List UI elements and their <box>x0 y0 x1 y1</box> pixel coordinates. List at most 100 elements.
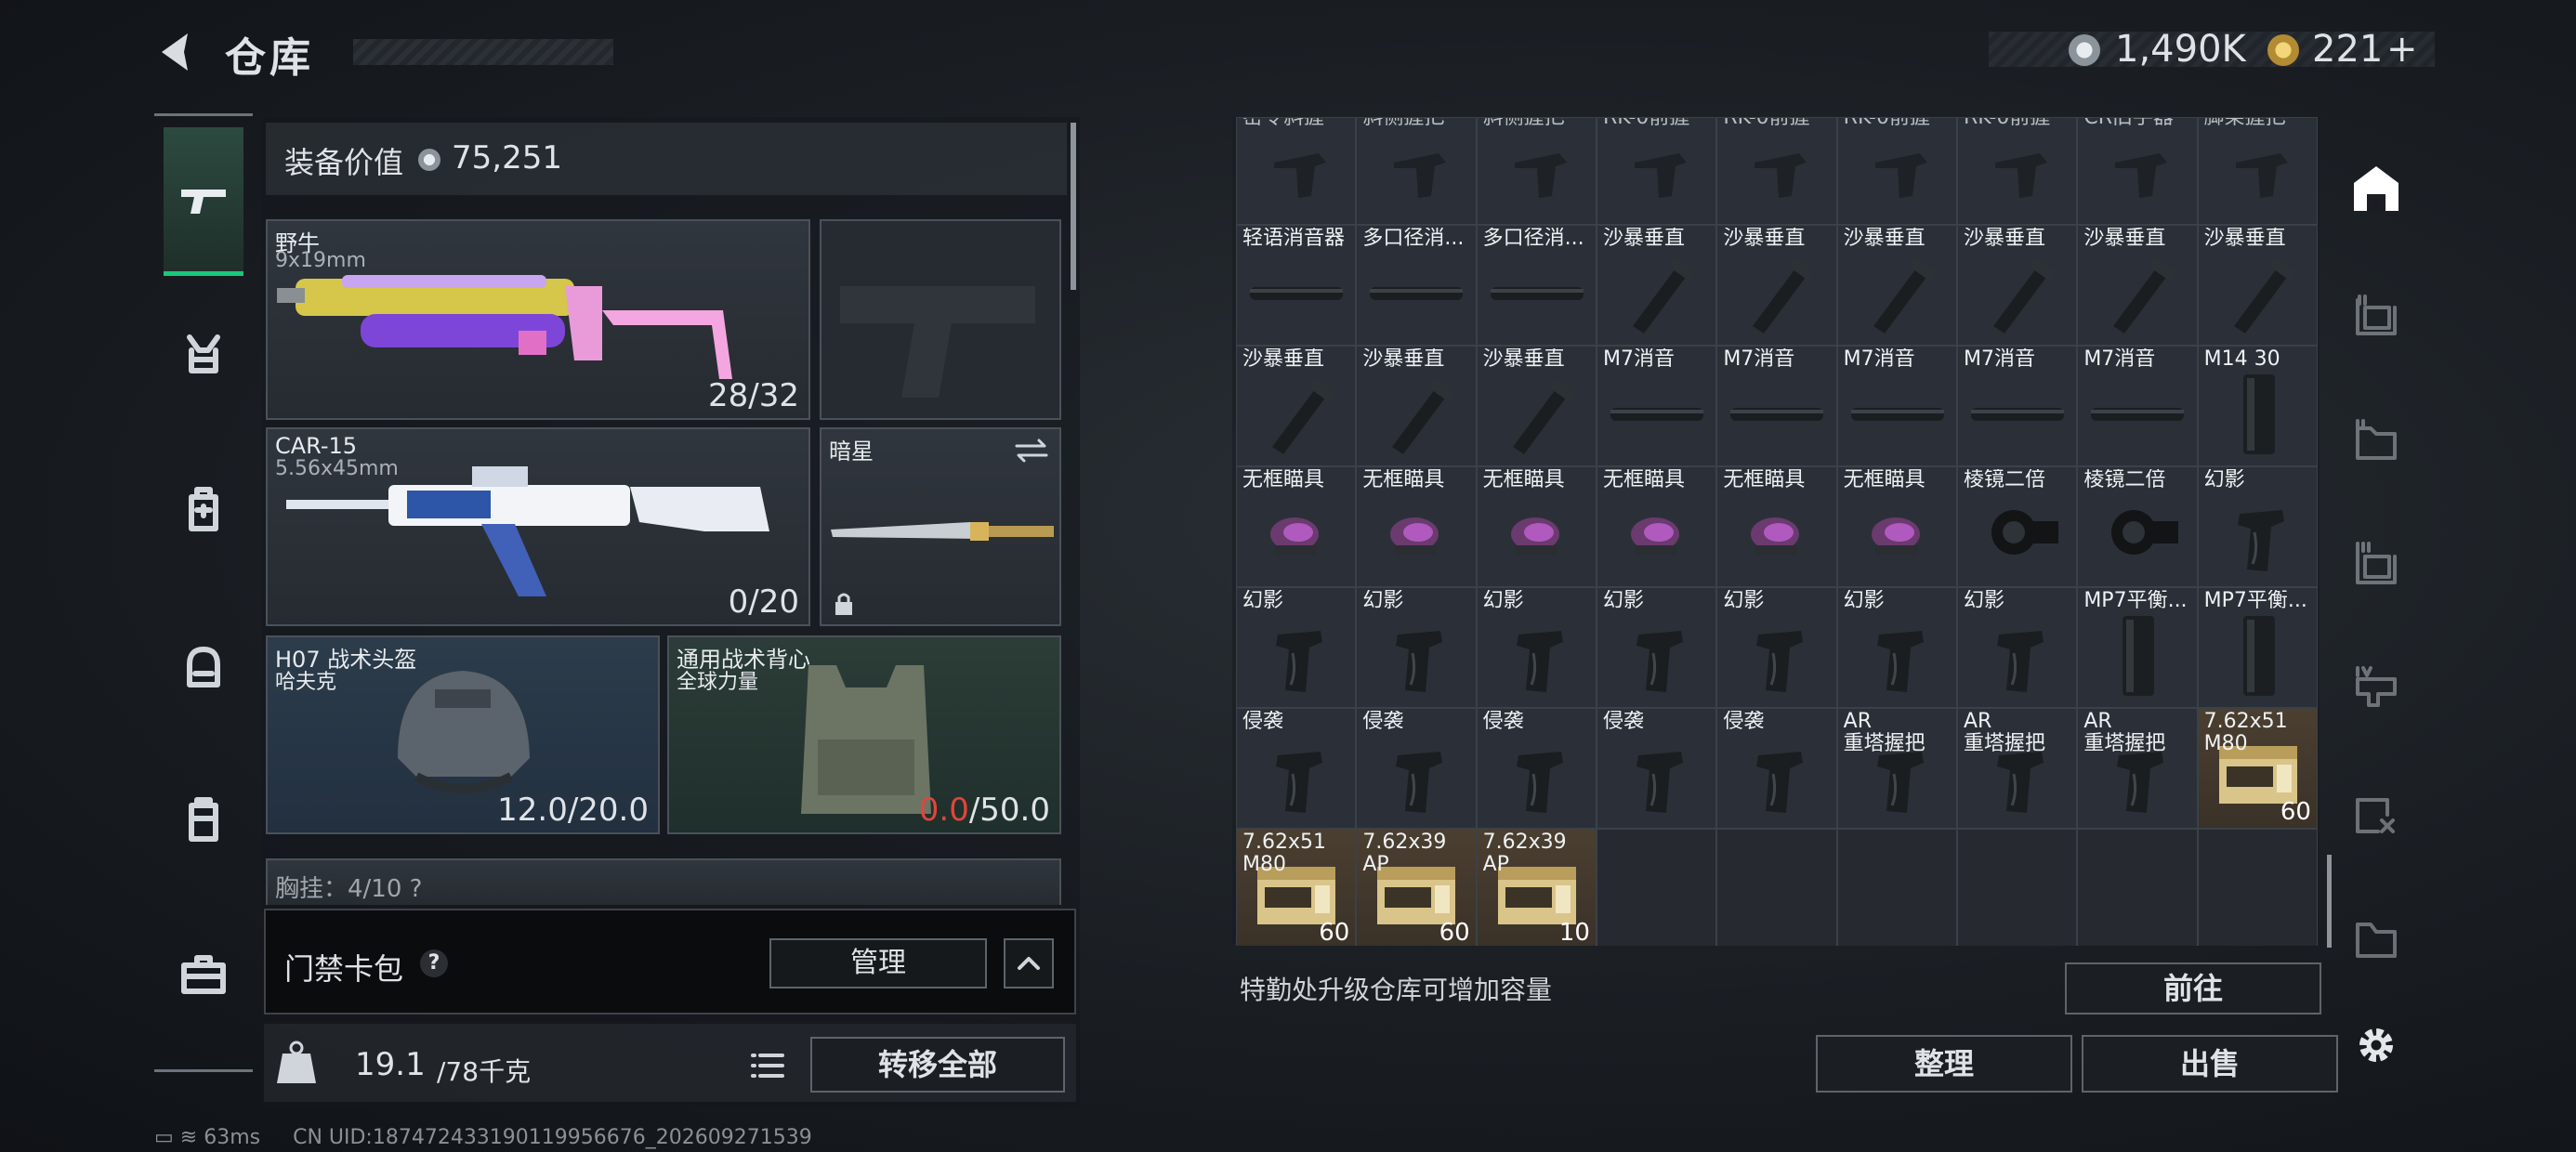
list-icon[interactable] <box>743 1042 792 1089</box>
inventory-item[interactable]: 侵袭 <box>1236 708 1357 829</box>
inventory-item[interactable]: 无框瞄具 <box>1356 466 1477 587</box>
back-arrow-icon[interactable] <box>151 26 203 78</box>
collapse-button[interactable] <box>1004 938 1054 988</box>
chest-rig-slot[interactable]: 胸挂：4/10 ? <box>266 858 1061 905</box>
inventory-item[interactable]: 7.62x51 M80 60 <box>2197 708 2318 829</box>
inventory-item[interactable]: 沙暴垂直 <box>2197 225 2318 346</box>
inventory-item[interactable]: MP7平衡... <box>2077 587 2198 708</box>
inventory-item[interactable]: 沙暴垂直 <box>1716 225 1837 346</box>
inventory-item[interactable]: 斜侧握把 <box>1356 117 1477 225</box>
tab-weapons[interactable] <box>164 127 243 276</box>
tab-storage-2[interactable] <box>2342 405 2411 474</box>
inventory-item[interactable]: 沙暴垂直 <box>1356 346 1477 466</box>
inventory-item[interactable]: RK-0前握 <box>1716 117 1837 225</box>
inventory-item[interactable]: M14 30 <box>2197 346 2318 466</box>
inventory-item[interactable]: 沙暴垂直 <box>1236 346 1357 466</box>
tab-chest-rig[interactable] <box>164 313 243 393</box>
inventory-item[interactable]: 7.62x39 AP 10 <box>1476 829 1597 946</box>
ping-value: 63ms <box>204 1126 261 1149</box>
inventory-item[interactable]: 棱镜二倍 <box>1956 466 2078 587</box>
knife-image <box>831 522 1054 541</box>
inventory-item[interactable]: 侵袭 <box>1716 708 1837 829</box>
title-decoration <box>353 39 613 65</box>
inventory-item[interactable]: RK-0前握 <box>1596 117 1717 225</box>
inventory-item[interactable]: 沙暴垂直 <box>2077 225 2198 346</box>
item-name: 无框瞄具 <box>1482 469 1565 491</box>
inventory-item[interactable]: 斜侧握把 <box>1476 117 1597 225</box>
inventory-item[interactable]: M7消音 <box>1956 346 2078 466</box>
inventory-item[interactable]: 幻影 <box>1716 587 1837 708</box>
inventory-item[interactable]: M7消音 <box>1716 346 1837 466</box>
inventory-item[interactable]: AR 重塔握把 <box>1956 708 2078 829</box>
inventory-item[interactable]: M7消音 <box>2077 346 2198 466</box>
secondary-weapon-slot[interactable]: CAR-15 5.56x45mm 0/20 <box>266 427 810 626</box>
inventory-item[interactable]: 密令斜握 <box>1236 117 1357 225</box>
tab-pouch[interactable] <box>164 779 243 859</box>
inventory-item[interactable]: 幻影 <box>2197 466 2318 587</box>
helmet-slot[interactable]: H07 战术头盔 哈夫克 12.0/20.0 <box>266 635 660 834</box>
tab-storage-1[interactable] <box>2342 281 2411 349</box>
inventory-item[interactable]: 幻影 <box>1596 587 1717 708</box>
inventory-item[interactable]: CR旧手器 <box>2077 117 2198 225</box>
tab-storage-5[interactable] <box>2342 779 2411 847</box>
inventory-item[interactable]: 脚架握把 <box>2197 117 2318 225</box>
inventory-item[interactable]: AR 重塔握把 <box>2077 708 2198 829</box>
inventory-item[interactable]: 幻影 <box>1956 587 2078 708</box>
inventory-item[interactable]: AR 重塔握把 <box>1836 708 1957 829</box>
inventory-item[interactable]: 幻影 <box>1476 587 1597 708</box>
inventory-item[interactable]: 无框瞄具 <box>1236 466 1357 587</box>
sell-button[interactable]: 出售 <box>2082 1035 2338 1093</box>
inventory-item[interactable]: 沙暴垂直 <box>1596 225 1717 346</box>
grip-item-icon <box>1514 153 1567 198</box>
tab-storage-4[interactable] <box>2342 654 2411 723</box>
help-icon[interactable]: ? <box>420 949 448 977</box>
item-name: MP7平衡... <box>2203 590 2307 612</box>
inventory-item[interactable]: 无框瞄具 <box>1596 466 1717 587</box>
item-name: 脚架握把 <box>2203 117 2286 129</box>
inventory-item[interactable]: 幻影 <box>1356 587 1477 708</box>
sort-button[interactable]: 整理 <box>1816 1035 2072 1093</box>
inventory-item[interactable]: 侵袭 <box>1596 708 1717 829</box>
ammo-count: 0/20 <box>728 583 799 621</box>
inventory-item[interactable]: 多口径消... <box>1476 225 1597 346</box>
tab-backpack[interactable] <box>164 469 243 549</box>
inventory-item[interactable]: RK-0前握 <box>1956 117 2078 225</box>
manage-button[interactable]: 管理 <box>769 938 987 988</box>
transfer-all-button[interactable]: 转移全部 <box>810 1037 1065 1093</box>
inventory-item[interactable]: 多口径消... <box>1356 225 1477 346</box>
tab-all-storage[interactable] <box>2342 154 2411 223</box>
tab-helmet[interactable] <box>164 627 243 707</box>
inventory-item[interactable]: RK-0前握 <box>1836 117 1957 225</box>
inventory-item[interactable]: 无框瞄具 <box>1716 466 1837 587</box>
inventory-item[interactable]: 幻影 <box>1836 587 1957 708</box>
inventory-item[interactable]: M7消音 <box>1596 346 1717 466</box>
vest-slot[interactable]: 通用战术背心 全球力量 0.0/50.0 <box>667 635 1061 834</box>
inventory-item[interactable]: 7.62x51 M80 60 <box>1236 829 1357 946</box>
goto-button[interactable]: 前往 <box>2065 962 2321 1015</box>
settings-button[interactable] <box>2342 1011 2411 1080</box>
inventory-item[interactable]: MP7平衡... <box>2197 587 2318 708</box>
pistol-slot-empty[interactable] <box>820 219 1061 420</box>
inventory-item[interactable]: 侵袭 <box>1356 708 1477 829</box>
loadout-scrollbar[interactable] <box>1071 123 1076 290</box>
chevron-up-icon <box>1018 957 1040 970</box>
inventory-item[interactable]: 幻影 <box>1236 587 1357 708</box>
inventory-item[interactable]: 无框瞄具 <box>1836 466 1957 587</box>
inventory-item[interactable]: 沙暴垂直 <box>1476 346 1597 466</box>
inventory-item[interactable]: 棱镜二倍 <box>2077 466 2198 587</box>
status-line: ▭ ≋ 63ms CN UID:18747243319011995667​6_2… <box>154 1126 812 1149</box>
tab-safebox[interactable] <box>164 934 243 1014</box>
add-currency-button[interactable]: + <box>2386 28 2418 71</box>
tab-storage-3[interactable] <box>2342 530 2411 598</box>
melee-slot[interactable]: 暗星 <box>820 427 1061 626</box>
inventory-item[interactable]: 轻语消音器 <box>1236 225 1357 346</box>
inventory-item[interactable]: 沙暴垂直 <box>1836 225 1957 346</box>
inventory-item[interactable]: 7.62x39 AP 60 <box>1356 829 1477 946</box>
inventory-item[interactable]: 侵袭 <box>1476 708 1597 829</box>
inventory-item[interactable]: 无框瞄具 <box>1476 466 1597 587</box>
inventory-item[interactable]: 沙暴垂直 <box>1956 225 2078 346</box>
inventory-item[interactable]: M7消音 <box>1836 346 1957 466</box>
primary-weapon-slot[interactable]: 野牛 9x19mm 28/32 <box>266 219 810 420</box>
warehouse-scrollbar[interactable] <box>2327 855 2332 948</box>
tab-storage-6[interactable] <box>2342 903 2411 972</box>
